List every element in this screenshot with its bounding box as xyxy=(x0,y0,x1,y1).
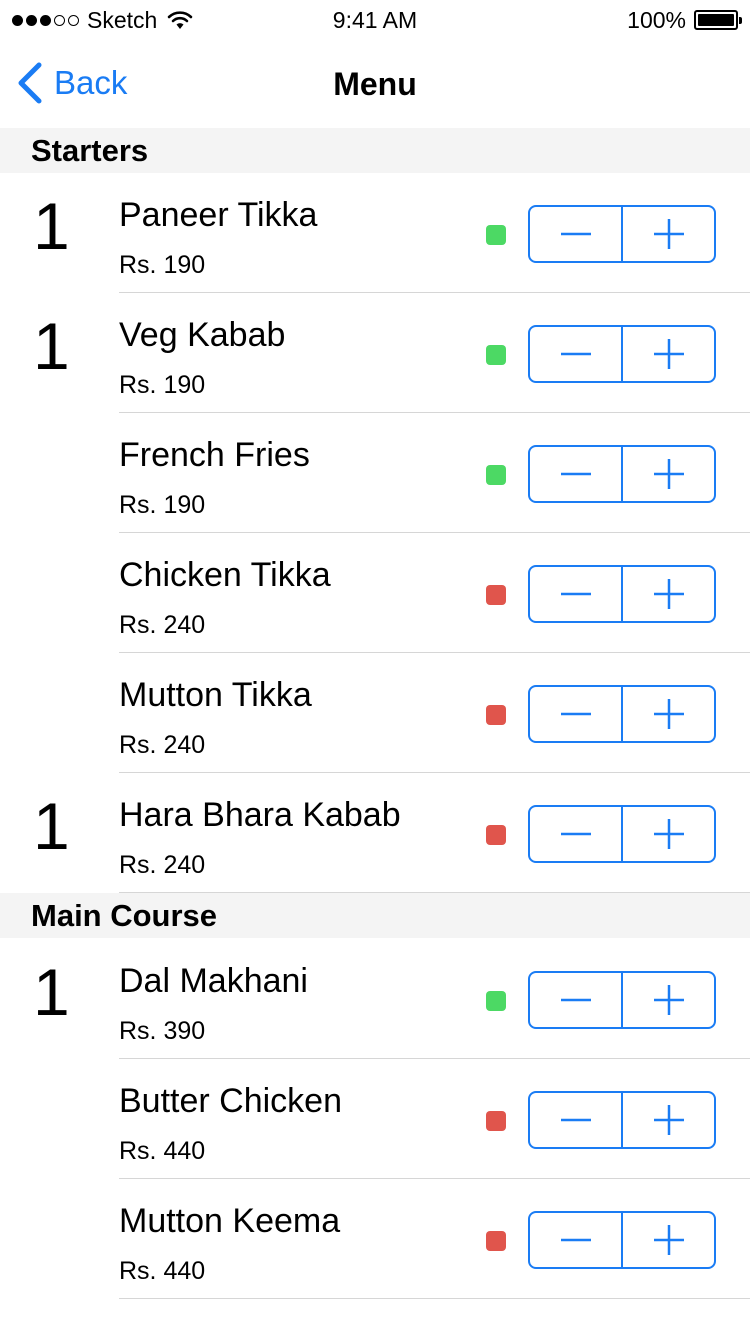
status-right: 100% xyxy=(627,6,742,34)
battery-icon xyxy=(694,10,742,30)
battery-fill xyxy=(698,14,734,26)
minus-icon xyxy=(560,592,591,596)
item-price: Rs. 440 xyxy=(119,1257,206,1285)
menu-item-row: Chicken Tikka Rs. 240 xyxy=(0,533,750,653)
menu-item-row: Mutton Tikka Rs. 240 xyxy=(0,653,750,773)
decrement-button[interactable] xyxy=(530,1093,621,1147)
decrement-button[interactable] xyxy=(530,567,621,621)
increment-button[interactable] xyxy=(621,567,714,621)
decrement-button[interactable] xyxy=(530,447,621,501)
menu-item-row: Butter Chicken Rs. 440 xyxy=(0,1059,750,1179)
food-type-indicator xyxy=(486,825,506,845)
decrement-button[interactable] xyxy=(530,807,621,861)
item-price: Rs. 190 xyxy=(119,491,206,519)
plus-icon xyxy=(653,219,684,249)
item-price: Rs. 190 xyxy=(119,371,206,399)
menu-item-row: 1 Paneer Tikka Rs. 190 xyxy=(0,173,750,293)
food-type-indicator xyxy=(486,225,506,245)
plus-icon xyxy=(653,459,684,489)
quantity-stepper xyxy=(528,205,716,263)
item-price: Rs. 240 xyxy=(119,731,206,759)
plus-icon xyxy=(653,985,684,1015)
menu-item-row: Mutton Keema Rs. 440 xyxy=(0,1179,750,1299)
minus-icon xyxy=(560,712,591,716)
food-type-indicator xyxy=(486,705,506,725)
minus-icon xyxy=(560,352,591,356)
menu-item-row: French Fries Rs. 190 xyxy=(0,413,750,533)
item-price: Rs. 440 xyxy=(119,1137,206,1165)
increment-button[interactable] xyxy=(621,1093,714,1147)
food-type-indicator xyxy=(486,465,506,485)
status-bar: Sketch 9:41 AM 100% xyxy=(0,0,750,40)
quantity-stepper xyxy=(528,971,716,1029)
food-type-indicator xyxy=(486,1111,506,1131)
quantity-stepper xyxy=(528,565,716,623)
increment-button[interactable] xyxy=(621,447,714,501)
increment-button[interactable] xyxy=(621,807,714,861)
section-title: Main Course xyxy=(31,898,218,933)
item-name: Butter Chicken xyxy=(119,1082,342,1120)
page-title: Menu xyxy=(333,66,417,102)
plus-icon xyxy=(653,339,684,369)
item-name: Mutton Keema xyxy=(119,1202,341,1240)
item-name: Paneer Tikka xyxy=(119,196,318,234)
quantity-stepper xyxy=(528,685,716,743)
item-price: Rs. 240 xyxy=(119,851,206,879)
quantity-stepper xyxy=(528,1211,716,1269)
quantity-stepper xyxy=(528,1091,716,1149)
item-price: Rs. 240 xyxy=(119,611,206,639)
menu-item-row: 1 Hara Bhara Kabab Rs. 240 xyxy=(0,773,750,893)
item-quantity: 1 xyxy=(33,955,70,1029)
navigation-bar: Back Menu xyxy=(0,40,750,128)
quantity-stepper xyxy=(528,805,716,863)
item-name: Chicken Tikka xyxy=(119,556,331,594)
minus-icon xyxy=(560,832,591,836)
minus-icon xyxy=(560,1118,591,1122)
item-quantity: 1 xyxy=(33,189,70,263)
increment-button[interactable] xyxy=(621,1213,714,1267)
section-header-starters: Starters xyxy=(0,128,750,173)
minus-icon xyxy=(560,1238,591,1242)
increment-button[interactable] xyxy=(621,207,714,261)
item-quantity: 1 xyxy=(33,309,70,383)
food-type-indicator xyxy=(486,991,506,1011)
quantity-stepper xyxy=(528,445,716,503)
decrement-button[interactable] xyxy=(530,207,621,261)
menu-item-row: 1 Dal Makhani Rs. 390 xyxy=(0,939,750,1059)
item-quantity: 1 xyxy=(33,789,70,863)
decrement-button[interactable] xyxy=(530,327,621,381)
item-name: Mutton Tikka xyxy=(119,676,312,714)
food-type-indicator xyxy=(486,345,506,365)
increment-button[interactable] xyxy=(621,327,714,381)
decrement-button[interactable] xyxy=(530,687,621,741)
item-name: French Fries xyxy=(119,436,310,474)
plus-icon xyxy=(653,819,684,849)
minus-icon xyxy=(560,998,591,1002)
decrement-button[interactable] xyxy=(530,1213,621,1267)
battery-nub xyxy=(739,17,742,24)
menu-item-row: 1 Veg Kabab Rs. 190 xyxy=(0,293,750,413)
food-type-indicator xyxy=(486,1231,506,1251)
plus-icon xyxy=(653,699,684,729)
battery-percentage: 100% xyxy=(627,6,686,33)
increment-button[interactable] xyxy=(621,973,714,1027)
quantity-stepper xyxy=(528,325,716,383)
section-title: Starters xyxy=(31,133,149,168)
food-type-indicator xyxy=(486,585,506,605)
item-name: Dal Makhani xyxy=(119,962,308,1000)
minus-icon xyxy=(560,472,591,476)
increment-button[interactable] xyxy=(621,687,714,741)
item-price: Rs. 390 xyxy=(119,1017,206,1045)
row-divider xyxy=(119,1298,750,1299)
plus-icon xyxy=(653,579,684,609)
item-name: Veg Kabab xyxy=(119,316,286,354)
item-name: Hara Bhara Kabab xyxy=(119,796,401,834)
minus-icon xyxy=(560,232,591,236)
section-header-main-course: Main Course xyxy=(0,893,750,938)
plus-icon xyxy=(653,1105,684,1135)
decrement-button[interactable] xyxy=(530,973,621,1027)
item-price: Rs. 190 xyxy=(119,251,206,279)
plus-icon xyxy=(653,1225,684,1255)
